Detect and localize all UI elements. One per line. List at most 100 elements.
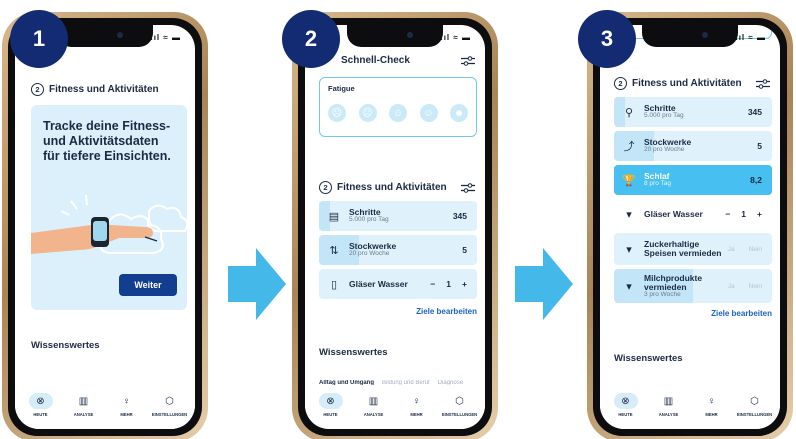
step-badge-3: 3 (578, 10, 636, 68)
section-number: 2 (31, 83, 44, 96)
water-glass-icon: ▾ (626, 208, 632, 221)
fatigue-card: Fatigue ☹ ☹ ☺ ☺ ☻ (319, 77, 477, 137)
step-badge-1: 1 (10, 10, 68, 68)
fatigue-label: Fatigue (328, 84, 355, 93)
wissenswertes-heading: Wissenswertes (614, 353, 683, 364)
nav-einstellungen[interactable]: ⬡ EINSTELLUNGEN (150, 393, 190, 429)
steps-icon: ▤ (328, 210, 340, 223)
nav-einstellungen[interactable]: ⬡ EINSTELLUNGEN (440, 393, 480, 429)
goal-list: ▤ Schritte 5.000 pro Tag 345 ⇅ Stockwerke… (319, 201, 477, 316)
goal-list: ⚲ Schritte 5.000 pro Tag 345 ⤴ Stockwerke… (614, 97, 772, 318)
notch (642, 25, 738, 47)
goal-row-stockwerke[interactable]: ⇅ Stockwerke 20 pro Woche 5 (319, 235, 477, 265)
no-button[interactable]: Nein (749, 283, 762, 290)
nav-heute[interactable]: ⊗ HEUTE (606, 393, 646, 429)
goal-value: 5 (757, 141, 762, 151)
arrow-right-icon (515, 248, 573, 320)
arrow-right-icon (228, 248, 286, 320)
steps-icon: ⚲ (624, 106, 634, 119)
bottom-nav: ⊗ HEUTE ▥ ANALYSE ♀ MEHR ⬡ EINSTELLUNGEN (15, 385, 195, 429)
yes-button[interactable]: Ja (728, 283, 735, 290)
no-button[interactable]: Nein (749, 246, 762, 253)
step-badge-2: 2 (282, 10, 340, 68)
notch (57, 25, 153, 47)
analysis-icon: ▥ (663, 395, 674, 407)
section-title: 2 Fitness und Aktivitäten (614, 77, 770, 90)
yes-button[interactable]: Ja (728, 246, 735, 253)
water-count: 1 (446, 279, 452, 289)
goal-row-schlaf[interactable]: 🏆 Schlaf 8 pro Tag 8,2 (614, 165, 772, 195)
nav-analyse[interactable]: ▥ ANALYSE (64, 393, 104, 429)
face-sad-icon[interactable]: ☹ (358, 104, 377, 122)
status-icons: .ıl ≈ ▬ (735, 33, 766, 42)
nav-einstellungen[interactable]: ⬡ EINSTELLUNGEN (735, 393, 775, 429)
today-icon: ⊗ (318, 393, 343, 409)
goal-row-glaeser-wasser: ▯ Gläser Wasser − 1 + (319, 269, 477, 299)
trophy-icon: 🏆 (622, 174, 636, 187)
cup-icon: ▾ (626, 243, 632, 256)
edit-goals-link[interactable]: Ziele bearbeiten (614, 309, 772, 318)
sliders-icon[interactable] (461, 55, 475, 66)
edit-goals-link[interactable]: Ziele bearbeiten (319, 307, 477, 316)
face-very-sad-icon[interactable]: ☹ (328, 104, 346, 122)
today-icon: ⊗ (28, 393, 53, 409)
settings-icon: ⬡ (165, 395, 174, 407)
face-very-happy-icon[interactable]: ☻ (450, 104, 468, 122)
goal-row-schritte[interactable]: ⚲ Schritte 5.000 pro Tag 345 (614, 97, 772, 127)
nav-heute[interactable]: ⊗ HEUTE (311, 393, 351, 429)
sliders-icon[interactable] (461, 182, 475, 193)
nav-analyse[interactable]: ▥ ANALYSE (354, 393, 394, 429)
increment-button[interactable]: + (462, 279, 467, 289)
nav-mehr[interactable]: ♀ MEHR (107, 393, 147, 429)
analysis-icon: ▥ (78, 395, 89, 407)
settings-icon: ⬡ (750, 395, 759, 407)
nav-mehr[interactable]: ♀ MEHR (692, 393, 732, 429)
hero-text: Tracke deine Fitness- und Aktivitätsdate… (43, 119, 171, 163)
more-icon: ♀ (707, 395, 716, 407)
face-happy-icon[interactable]: ☺ (419, 104, 438, 122)
more-icon: ♀ (412, 395, 421, 407)
bottom-nav: ⊗ HEUTE ▥ ANALYSE ♀ MEHR ⬡ EINSTELLUNGEN (600, 385, 780, 429)
sliders-icon[interactable] (756, 78, 770, 89)
phone-step-3: .ıl ≈ ▬ 2 Fitness und Aktivitäten ⚲ Schr… (587, 12, 793, 439)
stairs-icon: ⤴ (623, 141, 635, 153)
phone-step-2: .ıl ≈ ▬ Schnell-Check Fatigue ☹ ☹ ☺ ☺ ☻ … (292, 12, 498, 439)
wissenswertes-heading: Wissenswertes (31, 340, 100, 351)
nav-analyse[interactable]: ▥ ANALYSE (649, 393, 689, 429)
decrement-button[interactable]: − (430, 279, 435, 289)
settings-icon: ⬡ (455, 395, 464, 407)
more-icon: ♀ (122, 395, 131, 407)
increment-button[interactable]: + (757, 209, 762, 219)
next-button[interactable]: Weiter (119, 274, 177, 296)
wissenswertes-heading: Wissenswertes (319, 347, 388, 358)
face-neutral-icon[interactable]: ☺ (389, 104, 407, 122)
goal-value: 345 (747, 107, 762, 117)
goal-value: 345 (452, 211, 467, 221)
goal-row-stockwerke[interactable]: ⤴ Stockwerke 20 pro Woche 5 (614, 131, 772, 161)
goal-row-zuckerhaltige-speisen: ▾ Zuckerhaltige Speisen vermieden Ja Nei… (614, 233, 772, 265)
water-glass-icon: ▯ (330, 278, 338, 291)
cup-icon: ▾ (626, 280, 632, 293)
goal-row-glaeser-wasser: ▾ Gläser Wasser − 1 + (614, 199, 772, 229)
stairs-icon: ⇅ (329, 244, 339, 257)
goal-value: 8,2 (750, 175, 762, 185)
goal-row-schritte[interactable]: ▤ Schritte 5.000 pro Tag 345 (319, 201, 477, 231)
nav-mehr[interactable]: ♀ MEHR (397, 393, 437, 429)
nav-heute[interactable]: ⊗ HEUTE (21, 393, 61, 429)
section-title: 2 Fitness und Aktivitäten (31, 83, 185, 96)
notch (347, 25, 443, 47)
fitness-watch-illustration (31, 194, 187, 254)
status-icons: .ıl ≈ ▬ (440, 33, 471, 42)
schnell-check-header: Schnell-Check (319, 55, 475, 66)
section-title: 2 Fitness und Aktivitäten (319, 181, 475, 194)
hero-card: Tracke deine Fitness- und Aktivitätsdate… (31, 105, 187, 310)
status-icons: .ıl ≈ ▬ (150, 33, 181, 42)
phone-step-1: .ıl ≈ ▬ 2 Fitness und Aktivitäten Tracke… (2, 12, 208, 439)
fatigue-scale: ☹ ☹ ☺ ☺ ☻ (328, 104, 468, 122)
section-number: 2 (319, 181, 332, 194)
section-number: 2 (614, 77, 627, 90)
goal-value: 5 (462, 245, 467, 255)
decrement-button[interactable]: − (725, 209, 730, 219)
bottom-nav: ⊗ HEUTE ▥ ANALYSE ♀ MEHR ⬡ EINSTELLUNGEN (305, 385, 485, 429)
water-count: 1 (741, 209, 747, 219)
